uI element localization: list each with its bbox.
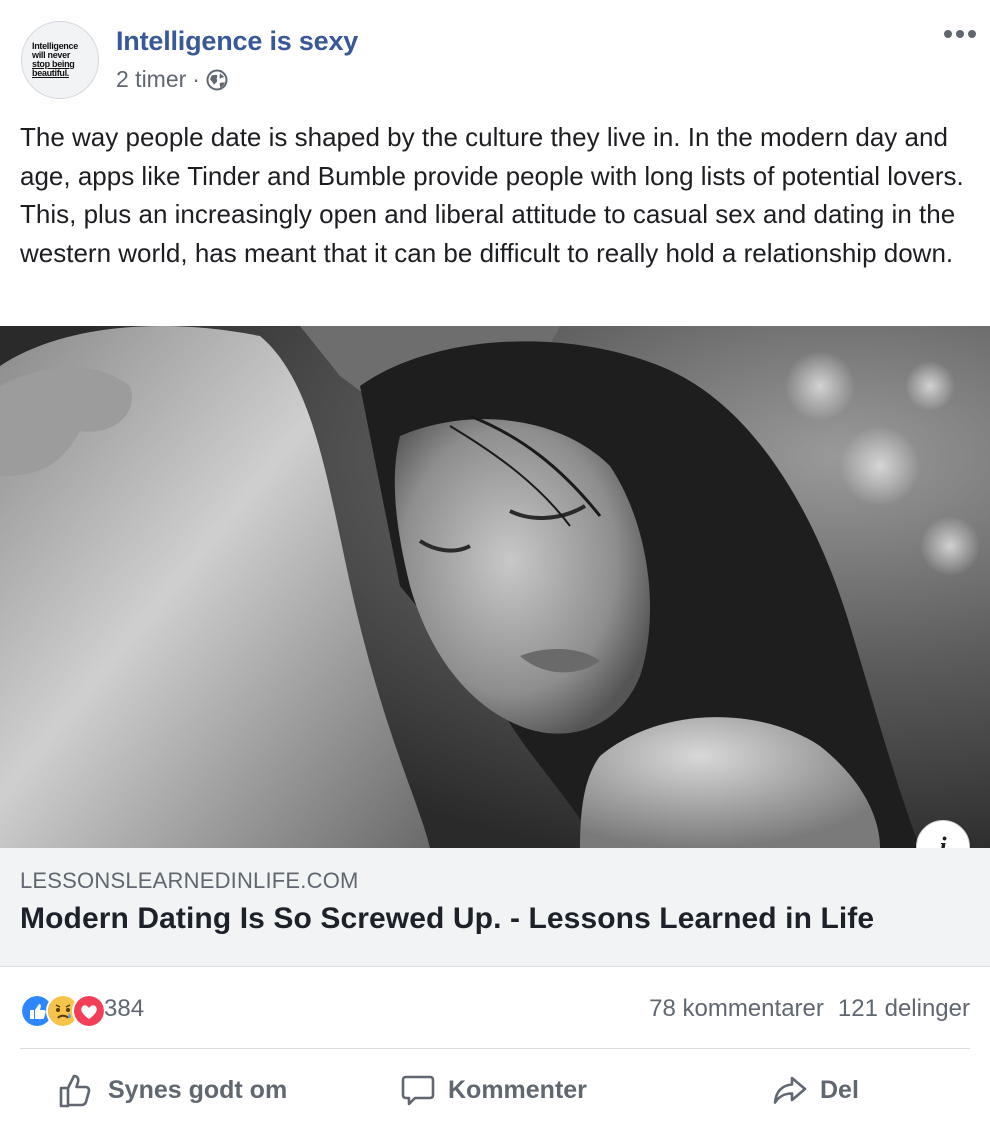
thumbs-up-icon	[59, 1074, 91, 1108]
post-header: Intelligence will never stop being beaut…	[0, 0, 990, 110]
post-timestamp[interactable]: 2 timer	[116, 66, 186, 93]
share-count-link[interactable]: 121 delinger	[838, 995, 970, 1023]
avatar-logo-text: Intelligence will never stop being beaut…	[32, 42, 88, 78]
share-button[interactable]: Del	[772, 1060, 859, 1120]
avatar-line: beautiful.	[32, 68, 69, 78]
link-title[interactable]: Modern Dating Is So Screwed Up. - Lesson…	[20, 902, 874, 936]
like-button[interactable]: Synes godt om	[58, 1060, 287, 1120]
comment-label: Kommenter	[448, 1075, 587, 1104]
more-dot	[944, 30, 952, 38]
more-options-icon[interactable]	[944, 24, 980, 44]
love-reaction-icon	[72, 994, 106, 1028]
actions-divider	[20, 1048, 970, 1049]
link-preview-image[interactable]	[0, 326, 990, 848]
post-meta: 2 timer ·	[116, 66, 228, 93]
comment-button[interactable]: Kommenter	[400, 1060, 587, 1120]
meta-separator: ·	[192, 66, 200, 92]
post-stats: 384 78 kommentarer 121 delinger	[0, 990, 990, 1030]
comment-icon	[401, 1075, 435, 1106]
share-label: Del	[820, 1075, 859, 1104]
page-avatar[interactable]: Intelligence will never stop being beaut…	[21, 21, 99, 99]
share-arrow-icon	[773, 1076, 807, 1104]
like-label: Synes godt om	[108, 1075, 288, 1104]
more-dot	[968, 30, 976, 38]
post-body-text: The way people date is shaped by the cul…	[20, 122, 964, 268]
reaction-icons[interactable]	[20, 994, 106, 1028]
comment-count-link[interactable]: 78 kommentarer	[649, 995, 824, 1023]
couple-photo	[0, 326, 990, 848]
reaction-count[interactable]: 384	[104, 995, 144, 1023]
globe-icon[interactable]	[206, 69, 228, 91]
link-domain: LESSONSLEARNEDINLIFE.COM	[20, 868, 359, 893]
more-dot	[956, 30, 964, 38]
page-name-link[interactable]: Intelligence is sexy	[116, 26, 358, 57]
action-bar: Synes godt om Kommenter Del	[0, 1060, 990, 1120]
engagement-counts: 78 kommentarer 121 delinger	[649, 995, 970, 1023]
link-preview-box[interactable]: LESSONSLEARNEDINLIFE.COM Modern Dating I…	[0, 848, 990, 967]
